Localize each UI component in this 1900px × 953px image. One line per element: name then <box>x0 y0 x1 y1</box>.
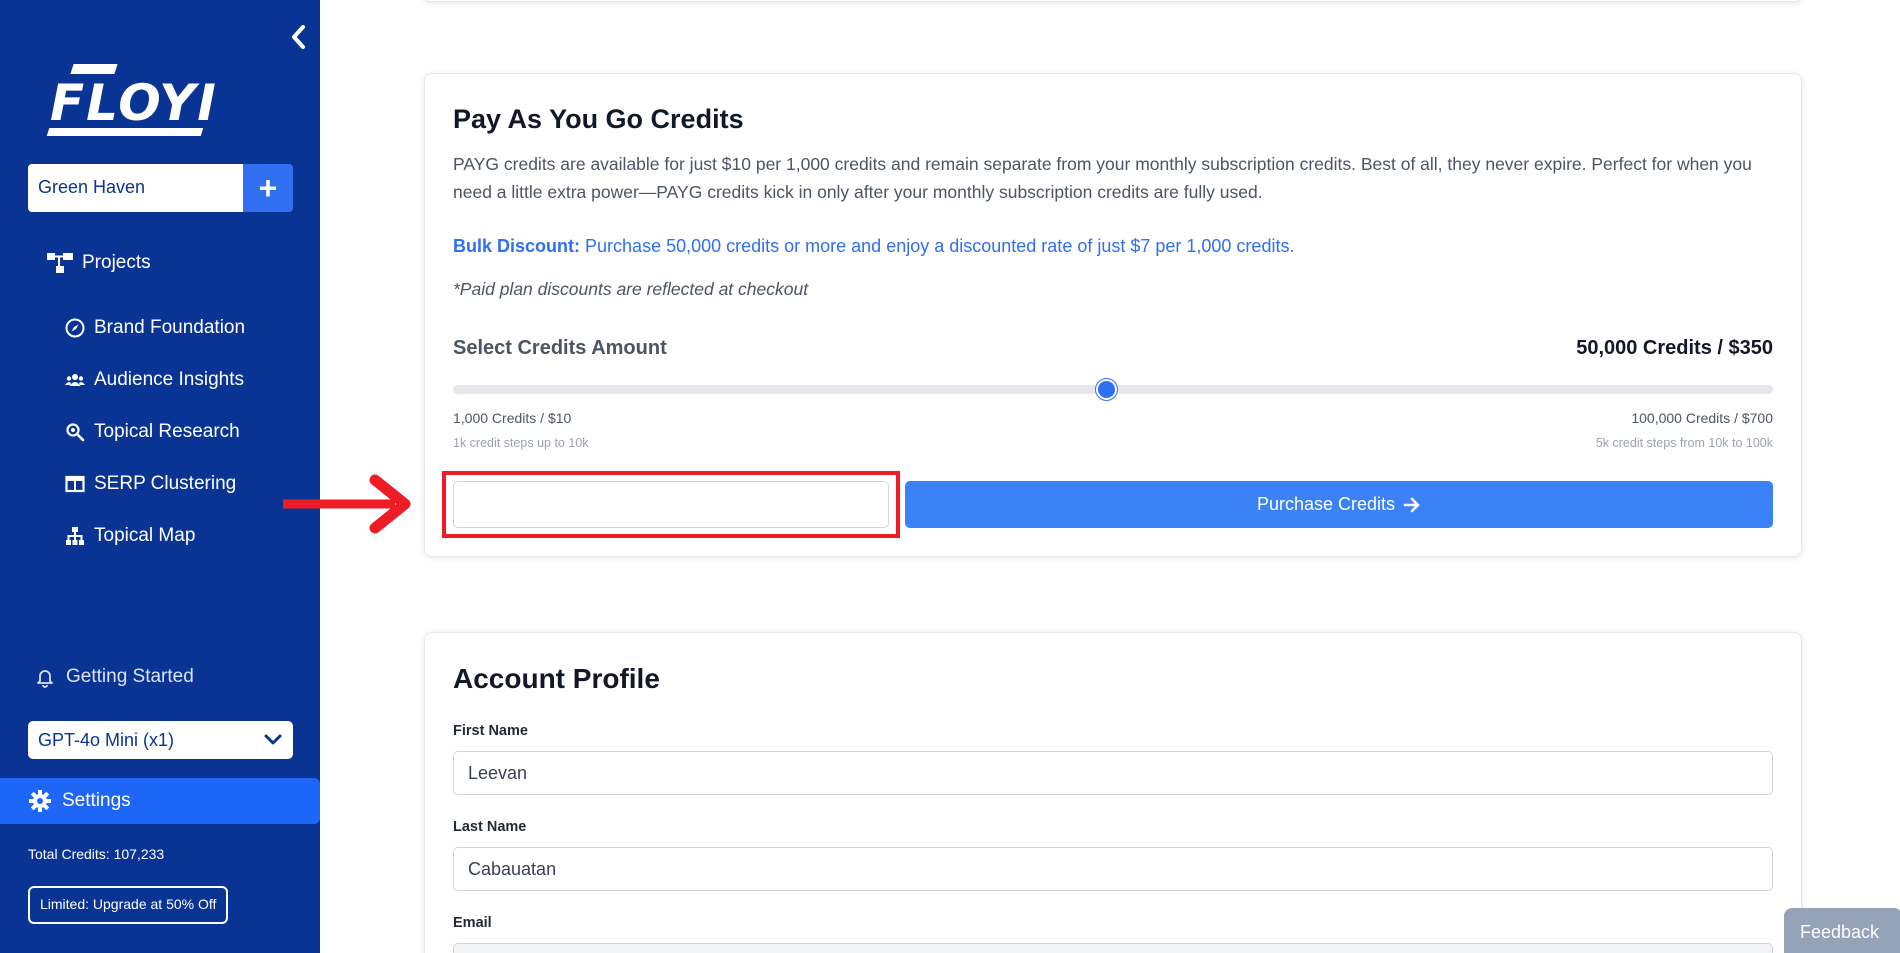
select-credits-label: Select Credits Amount <box>453 337 667 359</box>
credits-slider[interactable] <box>453 379 1773 400</box>
bell-icon <box>37 670 53 688</box>
slider-min-label: 1,000 Credits / $10 <box>453 410 572 426</box>
getting-started-label: Getting Started <box>66 666 194 687</box>
sidebar-item-projects[interactable]: Projects <box>46 251 151 275</box>
add-workspace-button[interactable]: + <box>243 164 293 212</box>
project-tree-icon <box>47 253 73 273</box>
project-nav-list: Brand Foundation Audience Insights Topic… <box>64 302 245 562</box>
total-credits: Total Credits: 107,233 <box>28 846 165 862</box>
bulk-discount-text: Purchase 50,000 credits or more and enjo… <box>585 236 1295 256</box>
selected-credits-value: 50,000 Credits / $350 <box>1576 337 1773 359</box>
first-name-label: First Name <box>453 723 528 739</box>
arrow-right-icon <box>1403 497 1420 512</box>
workspace-name[interactable]: Green Haven <box>28 164 243 212</box>
chevron-down-icon <box>264 734 282 745</box>
sidebar-item-topical-research[interactable]: Topical Research <box>64 406 245 458</box>
settings-label: Settings <box>62 790 131 811</box>
logo-text: FLOYI <box>50 74 218 132</box>
account-profile-card: Account Profile First Name Leevan Last N… <box>424 632 1802 953</box>
email-field[interactable] <box>453 943 1773 953</box>
sidebar-item-settings[interactable]: Settings <box>0 778 320 824</box>
getting-started-link[interactable]: Getting Started <box>34 666 194 688</box>
workspace-selector: Green Haven + <box>28 164 293 212</box>
logo-accent <box>70 64 118 74</box>
plus-icon: + <box>258 169 278 206</box>
gear-icon <box>29 790 51 812</box>
upgrade-button[interactable]: Limited: Upgrade at 50% Off <box>28 886 229 924</box>
slider-min-note: 1k credit steps up to 10k <box>453 436 589 450</box>
floyi-logo[interactable]: FLOYI <box>46 62 216 136</box>
highlight-annotation-box <box>442 471 900 538</box>
purchase-credits-button[interactable]: Purchase Credits <box>905 481 1773 528</box>
sidebar-item-label: Brand Foundation <box>94 317 246 338</box>
compass-icon <box>65 318 85 338</box>
sidebar-item-label: SERP Clustering <box>94 473 237 494</box>
last-name-label: Last Name <box>453 819 527 835</box>
last-name-field[interactable]: Cabauatan <box>453 847 1773 891</box>
feedback-button[interactable]: Feedback <box>1784 908 1900 953</box>
search-icon <box>66 423 85 442</box>
users-icon <box>65 374 85 386</box>
sidebar-item-label: Audience Insights <box>94 369 244 390</box>
model-select-value: GPT-4o Mini (x1) <box>38 729 175 750</box>
annotation-arrow-icon <box>283 474 411 534</box>
sidebar-item-label: Topical Map <box>94 525 196 546</box>
sidebar-item-serp-clustering[interactable]: SERP Clustering <box>64 458 245 510</box>
model-select[interactable]: GPT-4o Mini (x1) <box>28 721 293 759</box>
sidebar-item-brand-foundation[interactable]: Brand Foundation <box>64 302 245 354</box>
previous-card-edge <box>424 0 1802 2</box>
sidebar: FLOYI Green Haven + Projects Brand Found… <box>0 0 320 953</box>
chevron-left-icon <box>292 25 305 49</box>
sidebar-item-audience-insights[interactable]: Audience Insights <box>64 354 245 406</box>
payg-title: Pay As You Go Credits <box>453 104 744 134</box>
logo-underline <box>46 128 204 136</box>
bulk-discount-label: Bulk Discount: <box>453 236 581 256</box>
slider-max-note: 5k credit steps from 10k to 100k <box>1595 436 1773 450</box>
payg-description: PAYG credits are available for just $10 … <box>453 154 1752 202</box>
payg-credits-card: Pay As You Go Credits PAYG credits are a… <box>424 73 1802 557</box>
slider-thumb[interactable] <box>1096 379 1118 400</box>
purchase-credits-label: Purchase Credits <box>1256 494 1396 514</box>
bulk-discount-note: Bulk Discount: Purchase 50,000 credits o… <box>453 236 1294 257</box>
sitemap-icon <box>66 527 84 545</box>
sidebar-item-label: Topical Research <box>94 421 240 442</box>
email-label: Email <box>453 915 492 931</box>
collapse-sidebar-button[interactable] <box>285 22 311 52</box>
account-profile-title: Account Profile <box>453 663 660 694</box>
first-name-field[interactable]: Leevan <box>453 751 1773 795</box>
sidebar-item-label: Projects <box>82 252 151 273</box>
paid-plan-note: *Paid plan discounts are reflected at ch… <box>453 279 809 299</box>
slider-max-label: 100,000 Credits / $700 <box>1631 410 1773 426</box>
sidebar-item-topical-map[interactable]: Topical Map <box>64 510 245 562</box>
columns-icon <box>65 475 85 493</box>
